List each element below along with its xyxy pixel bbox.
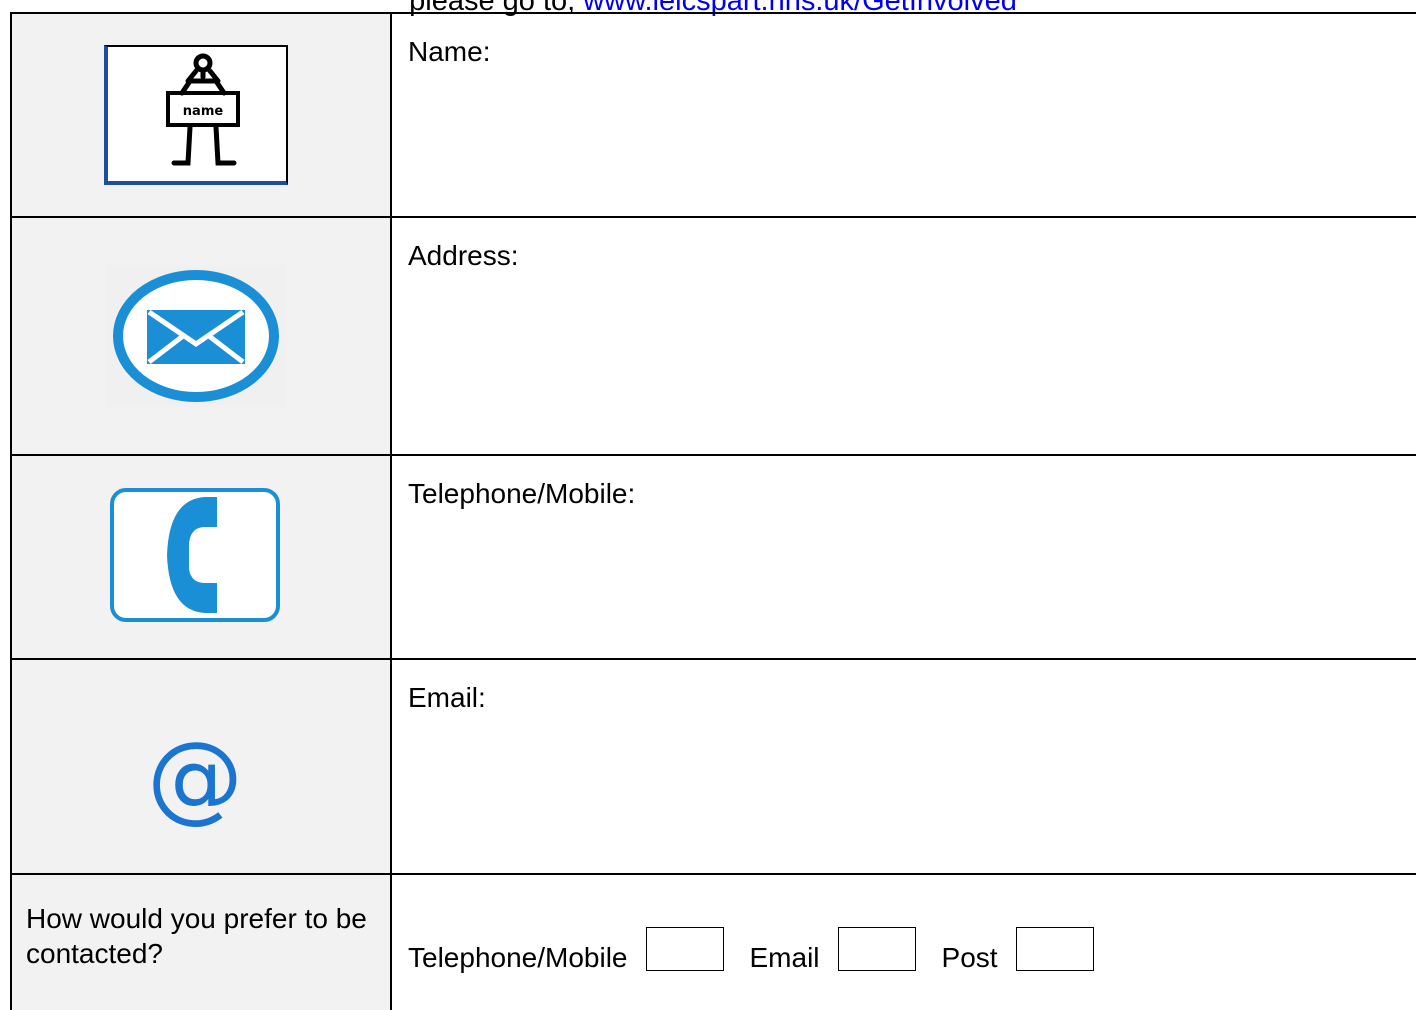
address-field[interactable]: Address: [392,218,1416,454]
address-row: Address: [12,218,1416,456]
name-field[interactable]: Name: [392,14,1416,216]
at-sign-icon: @ [147,720,243,833]
contact-details-table: name Name: Address: Telephone/Mobile: @ … [10,12,1416,1010]
option-email-checkbox[interactable] [837,927,916,971]
email-label: Email: [408,682,486,713]
option-post-label: Post [941,942,998,973]
telephone-label: Telephone/Mobile: [408,478,636,509]
email-icon-cell: @ [12,660,392,873]
name-badge-icon: name [104,45,288,185]
option-post-checkbox[interactable] [1015,927,1094,971]
email-row: @ Email: [12,660,1416,875]
email-field[interactable]: Email: [392,660,1416,873]
preference-row: How would you prefer to be contacted? Te… [12,875,1416,1010]
option-email-label: Email [749,942,820,973]
address-label: Address: [408,240,519,271]
contact-form-page: please go to, www.leicspart.nhs.uk/GetIn… [0,0,1416,1010]
telephone-row: Telephone/Mobile: [12,456,1416,660]
telephone-field[interactable]: Telephone/Mobile: [392,456,1416,658]
envelope-icon [107,265,285,407]
telephone-icon-cell [12,456,392,658]
name-badge-text: name [183,104,224,119]
address-icon-cell [12,218,392,454]
preference-question: How would you prefer to be contacted? [12,875,392,1010]
option-telephone-label: Telephone/Mobile [408,942,628,973]
option-telephone-checkbox[interactable] [645,927,724,971]
name-icon-cell: name [12,14,392,216]
name-label: Name: [408,36,491,67]
name-row: name Name: [12,14,1416,218]
telephone-icon [109,487,281,628]
preference-options: Telephone/Mobile Email Post [392,875,1120,1010]
